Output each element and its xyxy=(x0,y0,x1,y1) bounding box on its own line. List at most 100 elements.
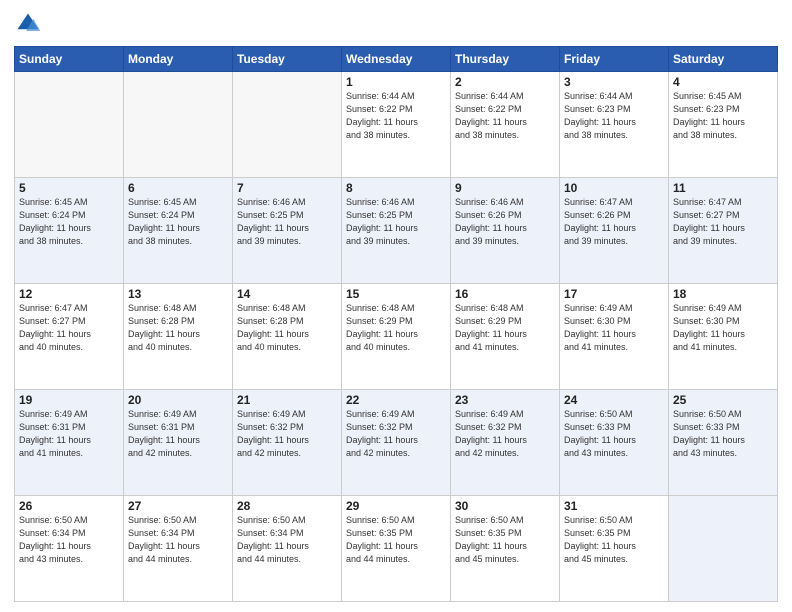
day-number: 13 xyxy=(128,287,228,301)
calendar-cell xyxy=(669,496,778,602)
day-info: Sunrise: 6:49 AMSunset: 6:32 PMDaylight:… xyxy=(346,408,446,460)
calendar-week-4: 19Sunrise: 6:49 AMSunset: 6:31 PMDayligh… xyxy=(15,390,778,496)
calendar-cell: 8Sunrise: 6:46 AMSunset: 6:25 PMDaylight… xyxy=(342,178,451,284)
day-number: 26 xyxy=(19,499,119,513)
day-info: Sunrise: 6:49 AMSunset: 6:31 PMDaylight:… xyxy=(128,408,228,460)
day-info: Sunrise: 6:50 AMSunset: 6:33 PMDaylight:… xyxy=(673,408,773,460)
calendar-cell: 25Sunrise: 6:50 AMSunset: 6:33 PMDayligh… xyxy=(669,390,778,496)
day-info: Sunrise: 6:45 AMSunset: 6:23 PMDaylight:… xyxy=(673,90,773,142)
calendar-cell: 12Sunrise: 6:47 AMSunset: 6:27 PMDayligh… xyxy=(15,284,124,390)
logo xyxy=(14,10,46,38)
calendar-cell: 13Sunrise: 6:48 AMSunset: 6:28 PMDayligh… xyxy=(124,284,233,390)
day-number: 20 xyxy=(128,393,228,407)
calendar-cell: 3Sunrise: 6:44 AMSunset: 6:23 PMDaylight… xyxy=(560,72,669,178)
day-info: Sunrise: 6:50 AMSunset: 6:35 PMDaylight:… xyxy=(455,514,555,566)
day-number: 4 xyxy=(673,75,773,89)
day-number: 10 xyxy=(564,181,664,195)
day-info: Sunrise: 6:46 AMSunset: 6:25 PMDaylight:… xyxy=(346,196,446,248)
day-number: 9 xyxy=(455,181,555,195)
calendar-cell: 11Sunrise: 6:47 AMSunset: 6:27 PMDayligh… xyxy=(669,178,778,284)
day-info: Sunrise: 6:46 AMSunset: 6:26 PMDaylight:… xyxy=(455,196,555,248)
day-info: Sunrise: 6:48 AMSunset: 6:29 PMDaylight:… xyxy=(455,302,555,354)
day-info: Sunrise: 6:47 AMSunset: 6:26 PMDaylight:… xyxy=(564,196,664,248)
calendar-header-sunday: Sunday xyxy=(15,47,124,72)
day-info: Sunrise: 6:44 AMSunset: 6:22 PMDaylight:… xyxy=(346,90,446,142)
day-number: 8 xyxy=(346,181,446,195)
calendar-cell: 9Sunrise: 6:46 AMSunset: 6:26 PMDaylight… xyxy=(451,178,560,284)
day-number: 11 xyxy=(673,181,773,195)
calendar-cell: 5Sunrise: 6:45 AMSunset: 6:24 PMDaylight… xyxy=(15,178,124,284)
day-number: 12 xyxy=(19,287,119,301)
calendar-cell: 28Sunrise: 6:50 AMSunset: 6:34 PMDayligh… xyxy=(233,496,342,602)
day-number: 3 xyxy=(564,75,664,89)
calendar-cell: 24Sunrise: 6:50 AMSunset: 6:33 PMDayligh… xyxy=(560,390,669,496)
day-info: Sunrise: 6:45 AMSunset: 6:24 PMDaylight:… xyxy=(128,196,228,248)
day-number: 17 xyxy=(564,287,664,301)
calendar-cell: 29Sunrise: 6:50 AMSunset: 6:35 PMDayligh… xyxy=(342,496,451,602)
day-number: 31 xyxy=(564,499,664,513)
calendar-cell: 17Sunrise: 6:49 AMSunset: 6:30 PMDayligh… xyxy=(560,284,669,390)
day-number: 2 xyxy=(455,75,555,89)
day-info: Sunrise: 6:45 AMSunset: 6:24 PMDaylight:… xyxy=(19,196,119,248)
calendar-cell: 26Sunrise: 6:50 AMSunset: 6:34 PMDayligh… xyxy=(15,496,124,602)
calendar-cell: 10Sunrise: 6:47 AMSunset: 6:26 PMDayligh… xyxy=(560,178,669,284)
calendar-cell xyxy=(124,72,233,178)
day-number: 1 xyxy=(346,75,446,89)
day-number: 18 xyxy=(673,287,773,301)
day-info: Sunrise: 6:49 AMSunset: 6:32 PMDaylight:… xyxy=(455,408,555,460)
day-info: Sunrise: 6:50 AMSunset: 6:35 PMDaylight:… xyxy=(564,514,664,566)
day-number: 16 xyxy=(455,287,555,301)
day-number: 7 xyxy=(237,181,337,195)
calendar-header-thursday: Thursday xyxy=(451,47,560,72)
day-info: Sunrise: 6:49 AMSunset: 6:30 PMDaylight:… xyxy=(564,302,664,354)
calendar-cell: 4Sunrise: 6:45 AMSunset: 6:23 PMDaylight… xyxy=(669,72,778,178)
calendar-cell xyxy=(233,72,342,178)
calendar-week-5: 26Sunrise: 6:50 AMSunset: 6:34 PMDayligh… xyxy=(15,496,778,602)
day-number: 21 xyxy=(237,393,337,407)
day-number: 22 xyxy=(346,393,446,407)
calendar-week-3: 12Sunrise: 6:47 AMSunset: 6:27 PMDayligh… xyxy=(15,284,778,390)
header xyxy=(14,10,778,38)
day-info: Sunrise: 6:47 AMSunset: 6:27 PMDaylight:… xyxy=(673,196,773,248)
day-info: Sunrise: 6:44 AMSunset: 6:22 PMDaylight:… xyxy=(455,90,555,142)
day-info: Sunrise: 6:50 AMSunset: 6:33 PMDaylight:… xyxy=(564,408,664,460)
calendar-week-2: 5Sunrise: 6:45 AMSunset: 6:24 PMDaylight… xyxy=(15,178,778,284)
day-number: 5 xyxy=(19,181,119,195)
day-number: 30 xyxy=(455,499,555,513)
day-number: 15 xyxy=(346,287,446,301)
calendar-cell: 19Sunrise: 6:49 AMSunset: 6:31 PMDayligh… xyxy=(15,390,124,496)
day-info: Sunrise: 6:44 AMSunset: 6:23 PMDaylight:… xyxy=(564,90,664,142)
day-number: 24 xyxy=(564,393,664,407)
day-info: Sunrise: 6:49 AMSunset: 6:31 PMDaylight:… xyxy=(19,408,119,460)
day-info: Sunrise: 6:50 AMSunset: 6:35 PMDaylight:… xyxy=(346,514,446,566)
calendar-header-saturday: Saturday xyxy=(669,47,778,72)
day-number: 19 xyxy=(19,393,119,407)
day-number: 14 xyxy=(237,287,337,301)
day-info: Sunrise: 6:49 AMSunset: 6:30 PMDaylight:… xyxy=(673,302,773,354)
calendar-header-friday: Friday xyxy=(560,47,669,72)
calendar-cell: 7Sunrise: 6:46 AMSunset: 6:25 PMDaylight… xyxy=(233,178,342,284)
calendar-cell: 18Sunrise: 6:49 AMSunset: 6:30 PMDayligh… xyxy=(669,284,778,390)
calendar-table: SundayMondayTuesdayWednesdayThursdayFrid… xyxy=(14,46,778,602)
calendar-cell: 27Sunrise: 6:50 AMSunset: 6:34 PMDayligh… xyxy=(124,496,233,602)
calendar-cell: 31Sunrise: 6:50 AMSunset: 6:35 PMDayligh… xyxy=(560,496,669,602)
day-info: Sunrise: 6:50 AMSunset: 6:34 PMDaylight:… xyxy=(19,514,119,566)
calendar-cell: 21Sunrise: 6:49 AMSunset: 6:32 PMDayligh… xyxy=(233,390,342,496)
day-info: Sunrise: 6:49 AMSunset: 6:32 PMDaylight:… xyxy=(237,408,337,460)
day-info: Sunrise: 6:48 AMSunset: 6:28 PMDaylight:… xyxy=(128,302,228,354)
day-info: Sunrise: 6:48 AMSunset: 6:29 PMDaylight:… xyxy=(346,302,446,354)
calendar-cell: 1Sunrise: 6:44 AMSunset: 6:22 PMDaylight… xyxy=(342,72,451,178)
day-info: Sunrise: 6:50 AMSunset: 6:34 PMDaylight:… xyxy=(128,514,228,566)
day-info: Sunrise: 6:46 AMSunset: 6:25 PMDaylight:… xyxy=(237,196,337,248)
logo-icon xyxy=(14,10,42,38)
calendar-cell: 16Sunrise: 6:48 AMSunset: 6:29 PMDayligh… xyxy=(451,284,560,390)
page: SundayMondayTuesdayWednesdayThursdayFrid… xyxy=(0,0,792,612)
calendar-cell: 2Sunrise: 6:44 AMSunset: 6:22 PMDaylight… xyxy=(451,72,560,178)
calendar-cell: 15Sunrise: 6:48 AMSunset: 6:29 PMDayligh… xyxy=(342,284,451,390)
calendar-header-wednesday: Wednesday xyxy=(342,47,451,72)
calendar-cell: 30Sunrise: 6:50 AMSunset: 6:35 PMDayligh… xyxy=(451,496,560,602)
calendar-cell: 14Sunrise: 6:48 AMSunset: 6:28 PMDayligh… xyxy=(233,284,342,390)
day-number: 23 xyxy=(455,393,555,407)
calendar-header-tuesday: Tuesday xyxy=(233,47,342,72)
calendar-cell: 23Sunrise: 6:49 AMSunset: 6:32 PMDayligh… xyxy=(451,390,560,496)
